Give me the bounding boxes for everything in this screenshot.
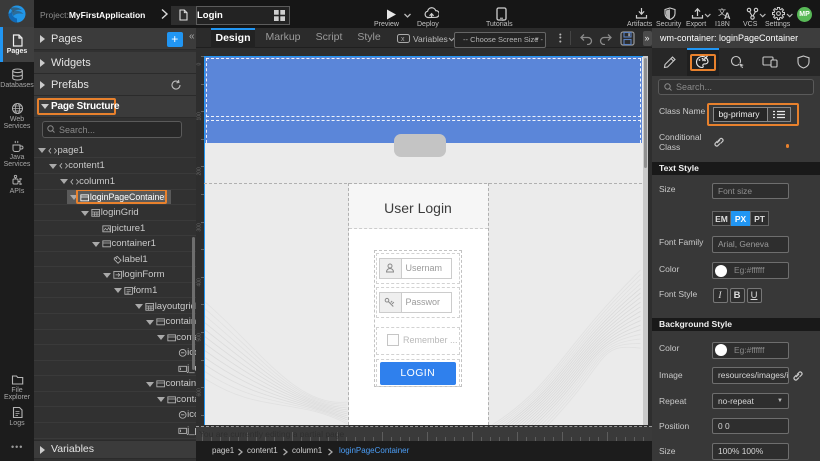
svg-text:A: A xyxy=(724,11,731,20)
svg-text:x: x xyxy=(401,36,405,43)
